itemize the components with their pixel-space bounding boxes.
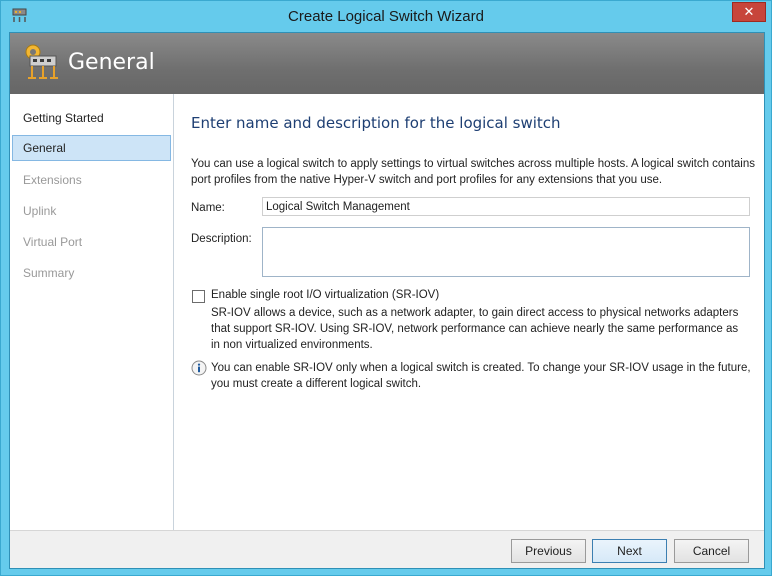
close-button[interactable]: ✕: [732, 2, 766, 22]
description-label: Description:: [191, 233, 252, 245]
page-banner: General: [10, 33, 764, 94]
wizard-footer: Previous Next Cancel: [10, 530, 764, 568]
info-message: You can enable SR-IOV only when a logica…: [211, 362, 751, 390]
title-bar[interactable]: Create Logical Switch Wizard ✕: [1, 1, 771, 32]
description-field[interactable]: [262, 227, 750, 277]
wizard-client: General Getting Started General Extensio…: [9, 32, 765, 569]
close-icon: ✕: [743, 4, 755, 19]
sriov-label[interactable]: Enable single root I/O virtualization (S…: [211, 289, 439, 301]
name-label: Name:: [191, 202, 225, 214]
step-extensions[interactable]: Extensions: [12, 167, 171, 193]
window-title: Create Logical Switch Wizard: [288, 8, 484, 25]
step-general[interactable]: General: [12, 135, 171, 161]
wizard-steps: Getting Started General Extensions Uplin…: [10, 94, 174, 530]
wizard-window: Create Logical Switch Wizard ✕ General G…: [0, 0, 772, 576]
content-pane: Enter name and description for the logic…: [175, 94, 764, 530]
switch-gear-icon: [25, 44, 58, 79]
name-field[interactable]: [262, 197, 750, 216]
sriov-checkbox[interactable]: [192, 290, 205, 303]
section-heading: Enter name and description for the logic…: [191, 114, 561, 132]
previous-button[interactable]: Previous: [511, 539, 586, 563]
step-summary[interactable]: Summary: [12, 260, 171, 286]
intro-text: You can use a logical switch to apply se…: [191, 158, 755, 186]
sriov-description: SR-IOV allows a device, such as a networ…: [211, 307, 739, 351]
page-title: General: [68, 50, 155, 75]
step-getting-started[interactable]: Getting Started: [12, 105, 171, 131]
next-button[interactable]: Next: [592, 539, 667, 563]
info-icon: [191, 360, 207, 376]
step-uplink[interactable]: Uplink: [12, 198, 171, 224]
step-virtual-port[interactable]: Virtual Port: [12, 229, 171, 255]
cancel-button[interactable]: Cancel: [674, 539, 749, 563]
